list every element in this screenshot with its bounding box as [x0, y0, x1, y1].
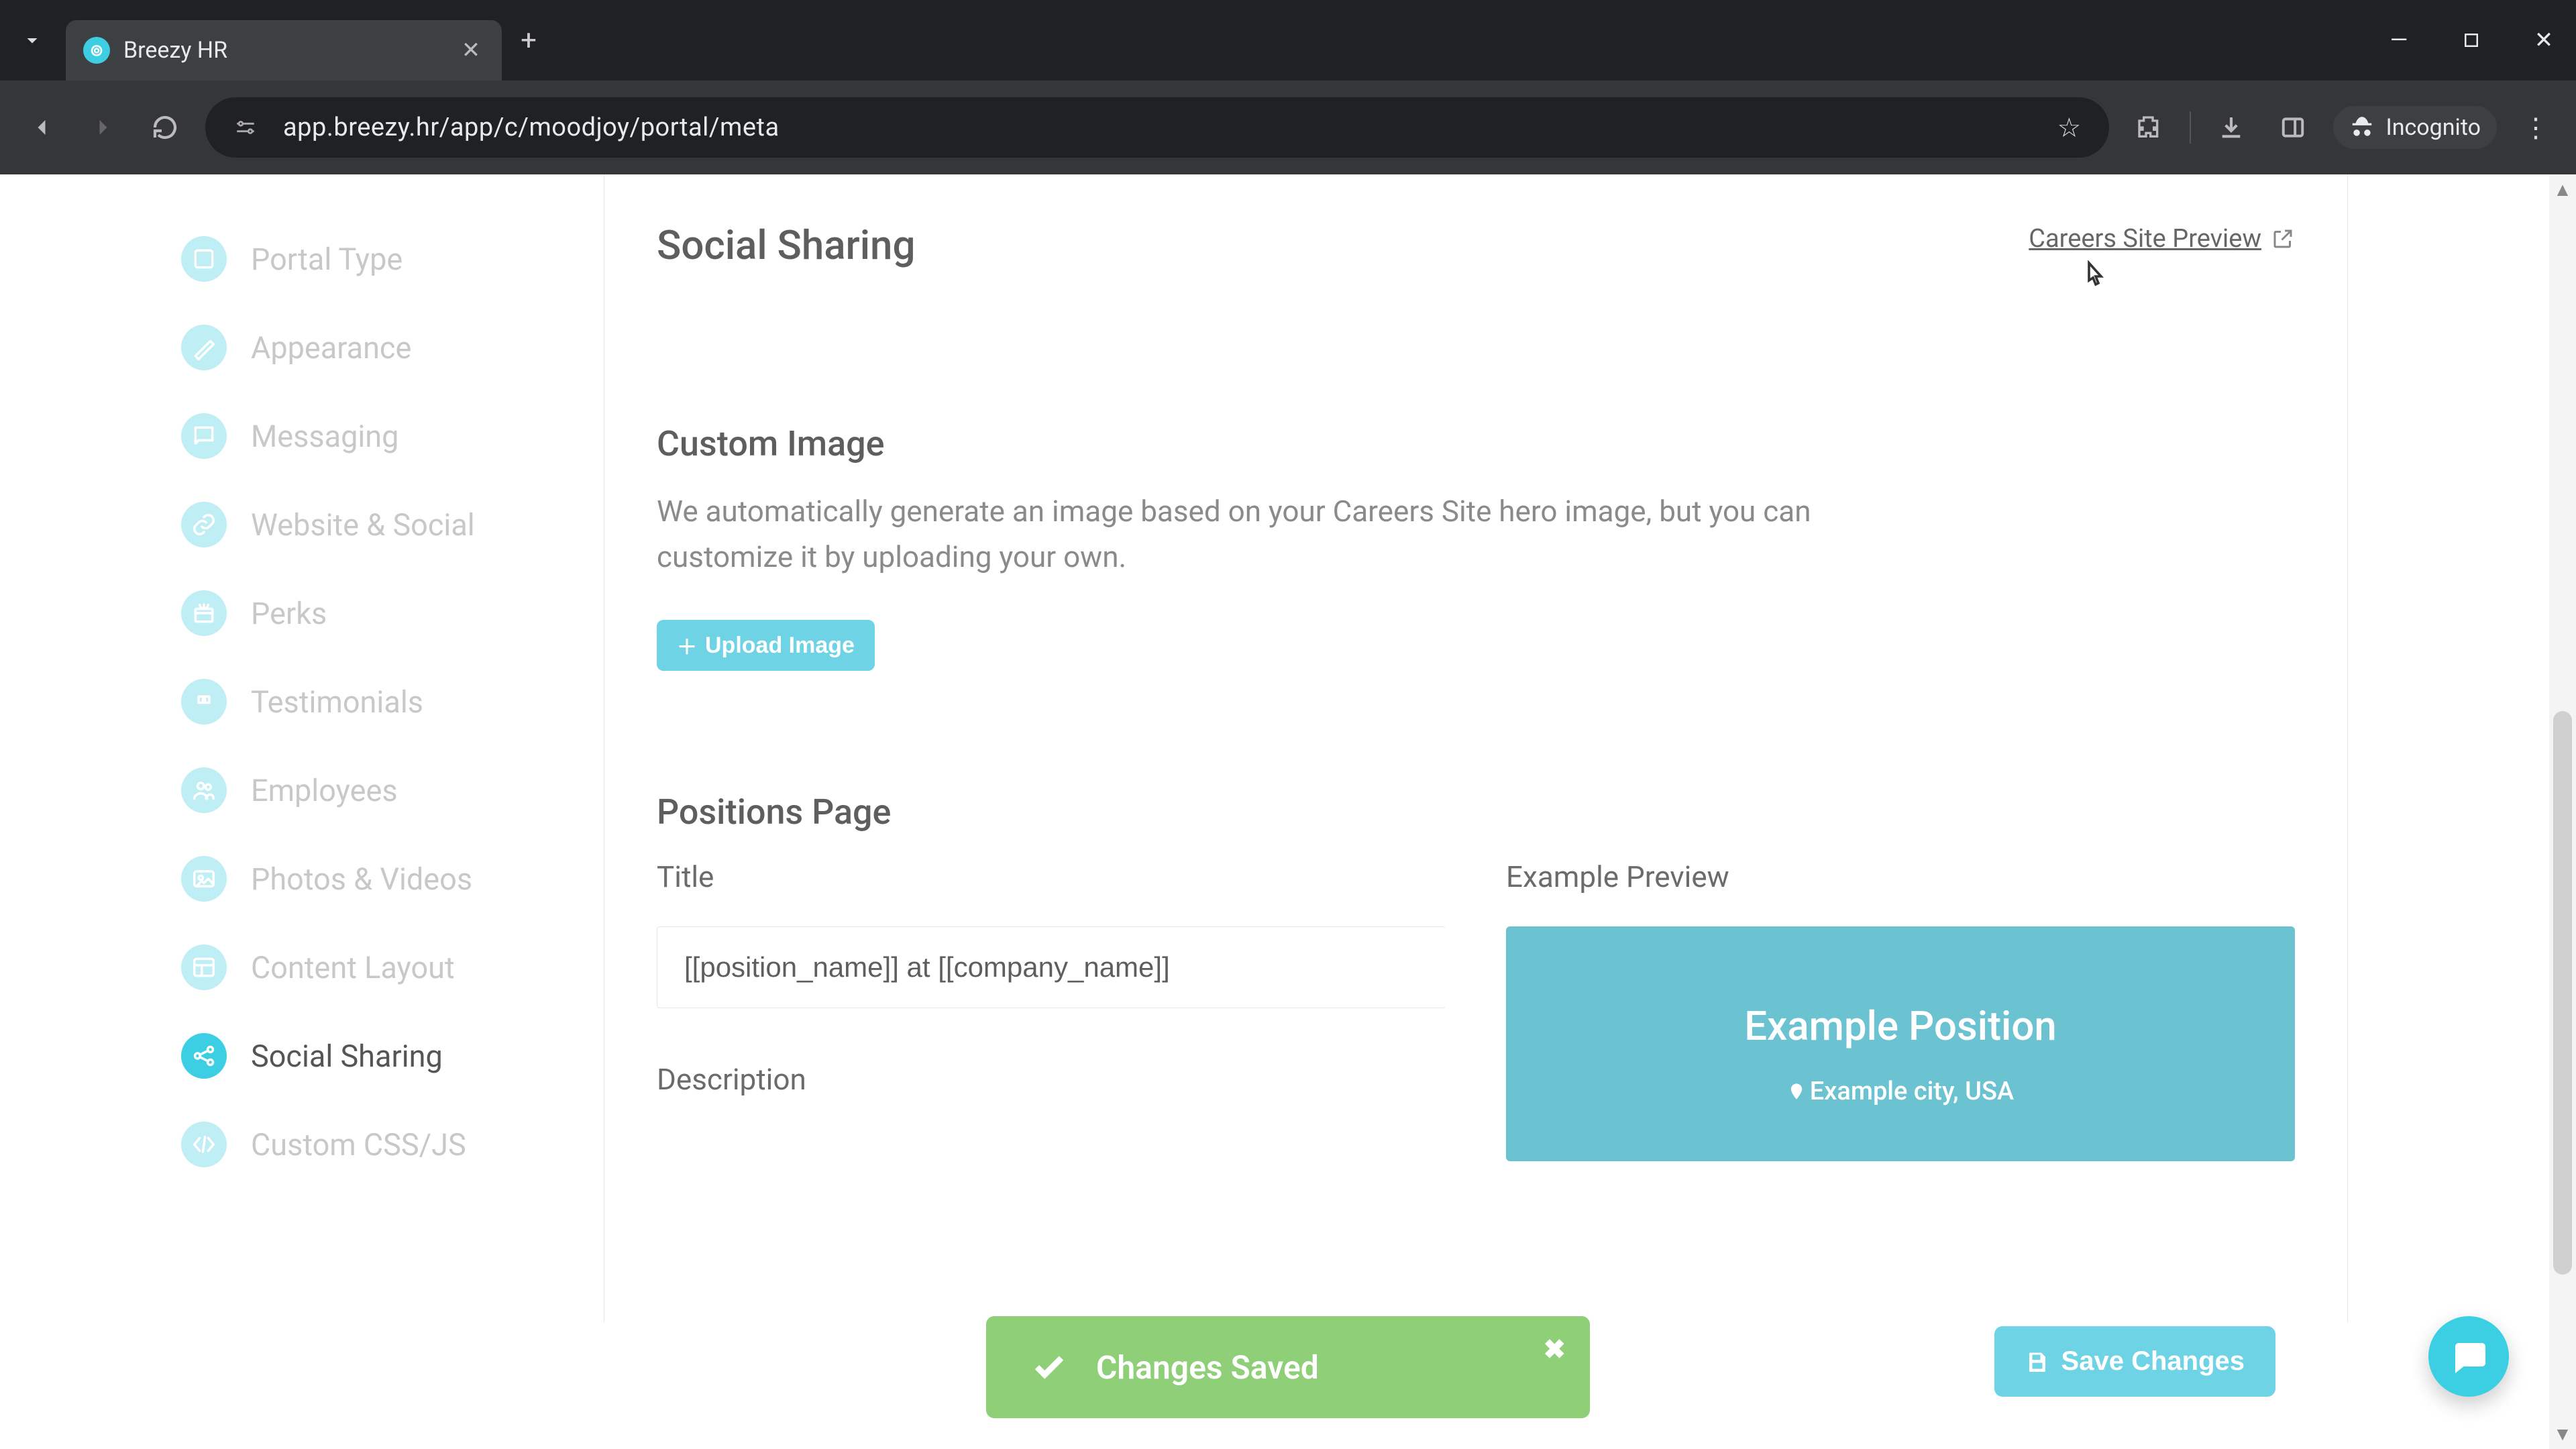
- sidebar-item-label: Photos & Videos: [251, 861, 472, 897]
- main-content: Social Sharing Careers Site Preview Cust…: [604, 174, 2348, 1322]
- people-icon: [181, 767, 227, 813]
- browser-tab[interactable]: ⊚ Breezy HR ✕: [66, 20, 502, 80]
- sidebar-item-label: Custom CSS/JS: [251, 1127, 466, 1163]
- scrollbar-thumb[interactable]: [2553, 711, 2572, 1275]
- new-tab-button[interactable]: +: [508, 20, 549, 60]
- preview-card-title: Example Position: [1744, 1002, 2057, 1050]
- scrollbar-arrow-down-icon[interactable]: ▼: [2553, 1423, 2572, 1445]
- close-window-icon[interactable]: ✕: [2524, 20, 2564, 60]
- tabs-dropdown-button[interactable]: [12, 20, 52, 60]
- external-link-icon: [2271, 227, 2295, 251]
- section-custom-image: Custom Image We automatically generate a…: [657, 423, 2295, 671]
- address-bar[interactable]: app.breezy.hr/app/c/moodjoy/portal/meta …: [205, 97, 2109, 158]
- sidebar-item-content-layout[interactable]: Content Layout: [181, 923, 550, 1012]
- reload-button[interactable]: [144, 106, 186, 149]
- minimize-icon[interactable]: —: [2379, 20, 2419, 60]
- check-icon: [1029, 1347, 1069, 1387]
- incognito-label: Incognito: [2385, 114, 2481, 141]
- title-field-label: Title: [657, 859, 1446, 894]
- app-canvas: ▲ ▼ Portal Type Appearance Messaging Websit…: [0, 174, 2576, 1449]
- example-preview-label: Example Preview: [1506, 859, 2295, 894]
- sidebar-item-portal-type[interactable]: Portal Type: [181, 215, 550, 303]
- section-positions-page: Positions Page Title Description Example…: [657, 792, 2295, 1161]
- perks-icon: [181, 590, 227, 636]
- positions-title-input[interactable]: [657, 926, 1446, 1008]
- sidebar-item-label: Content Layout: [251, 950, 455, 985]
- save-icon: [2025, 1350, 2049, 1374]
- sidebar-item-social-sharing[interactable]: Social Sharing: [181, 1012, 550, 1100]
- browser-toolbar: app.breezy.hr/app/c/moodjoy/portal/meta …: [0, 80, 2576, 174]
- upload-image-button[interactable]: ＋ Upload Image: [657, 620, 875, 671]
- tab-title: Breezy HR: [123, 37, 444, 64]
- careers-site-preview-link[interactable]: Careers Site Preview: [2029, 221, 2295, 254]
- code-icon: [181, 1122, 227, 1167]
- incognito-chip[interactable]: Incognito: [2333, 106, 2497, 149]
- custom-image-description: We automatically generate an image based…: [657, 488, 1864, 580]
- extensions-icon[interactable]: [2128, 106, 2171, 149]
- sidebar-item-website-social[interactable]: Website & Social: [181, 480, 550, 569]
- scrollbar-arrow-up-icon[interactable]: ▲: [2553, 178, 2572, 201]
- sidebar-item-label: Perks: [251, 596, 327, 631]
- intercom-launcher[interactable]: [2428, 1316, 2509, 1397]
- sidebar-item-label: Messaging: [251, 419, 398, 454]
- location-pin-icon: [1787, 1082, 1806, 1101]
- maximize-icon[interactable]: [2451, 20, 2491, 60]
- browser-tabstrip: ⊚ Breezy HR ✕ + — ✕: [0, 0, 2576, 80]
- toast-close-icon[interactable]: ✖: [1543, 1334, 1566, 1365]
- example-preview-card: Example Position Example city, USA: [1506, 926, 2295, 1161]
- share-icon: [181, 1033, 227, 1079]
- save-changes-button[interactable]: Save Changes: [1994, 1326, 2275, 1397]
- forward-button[interactable]: [82, 106, 125, 149]
- sidebar-item-appearance[interactable]: Appearance: [181, 303, 550, 392]
- positions-page-heading: Positions Page: [657, 792, 2295, 833]
- page-scrollbar[interactable]: ▲ ▼: [2549, 174, 2576, 1449]
- quote-icon: [181, 679, 227, 724]
- browser-menu-icon[interactable]: ⋮: [2516, 107, 2556, 148]
- toast-message: Changes Saved: [1096, 1348, 1319, 1387]
- url-text: app.breezy.hr/app/c/moodjoy/portal/meta: [283, 113, 2031, 142]
- downloads-icon[interactable]: [2210, 106, 2253, 149]
- appearance-icon: [181, 325, 227, 370]
- plus-icon: ＋: [677, 631, 697, 660]
- side-panel-icon[interactable]: [2271, 106, 2314, 149]
- photo-icon: [181, 856, 227, 902]
- sidebar-item-label: Employees: [251, 773, 398, 808]
- back-button[interactable]: [20, 106, 63, 149]
- page-title: Social Sharing: [657, 221, 915, 269]
- sidebar-item-testimonials[interactable]: Testimonials: [181, 657, 550, 746]
- preview-link-label: Careers Site Preview: [2029, 224, 2261, 254]
- bookmark-star-icon[interactable]: ☆: [2050, 109, 2088, 146]
- sidebar-item-label: Website & Social: [251, 507, 475, 543]
- sidebar-item-perks[interactable]: Perks: [181, 569, 550, 657]
- upload-image-label: Upload Image: [705, 633, 855, 659]
- chat-icon: [2449, 1336, 2489, 1377]
- layout-icon: [181, 945, 227, 990]
- sidebar-item-employees[interactable]: Employees: [181, 746, 550, 835]
- custom-image-heading: Custom Image: [657, 423, 2295, 464]
- messaging-icon: [181, 413, 227, 459]
- sidebar-item-label: Social Sharing: [251, 1038, 443, 1074]
- sidebar-item-photos-videos[interactable]: Photos & Videos: [181, 835, 550, 923]
- sidebar: Portal Type Appearance Messaging Website & …: [0, 174, 604, 1322]
- sidebar-item-label: Appearance: [251, 330, 411, 366]
- sidebar-item-label: Portal Type: [251, 241, 402, 277]
- description-field-label: Description: [657, 1062, 1446, 1097]
- sidebar-item-messaging[interactable]: Messaging: [181, 392, 550, 480]
- sidebar-item-custom-css-js[interactable]: Custom CSS/JS: [181, 1100, 550, 1189]
- tab-close-icon[interactable]: ✕: [458, 37, 484, 64]
- save-changes-label: Save Changes: [2061, 1346, 2245, 1377]
- favicon-icon: ⊚: [83, 37, 110, 64]
- changes-saved-toast: Changes Saved ✖: [986, 1316, 1590, 1418]
- portal-type-icon: [181, 236, 227, 282]
- preview-card-location: Example city, USA: [1810, 1077, 2014, 1106]
- link-icon: [181, 502, 227, 547]
- site-controls-icon[interactable]: [227, 109, 264, 146]
- sidebar-item-label: Testimonials: [251, 684, 423, 720]
